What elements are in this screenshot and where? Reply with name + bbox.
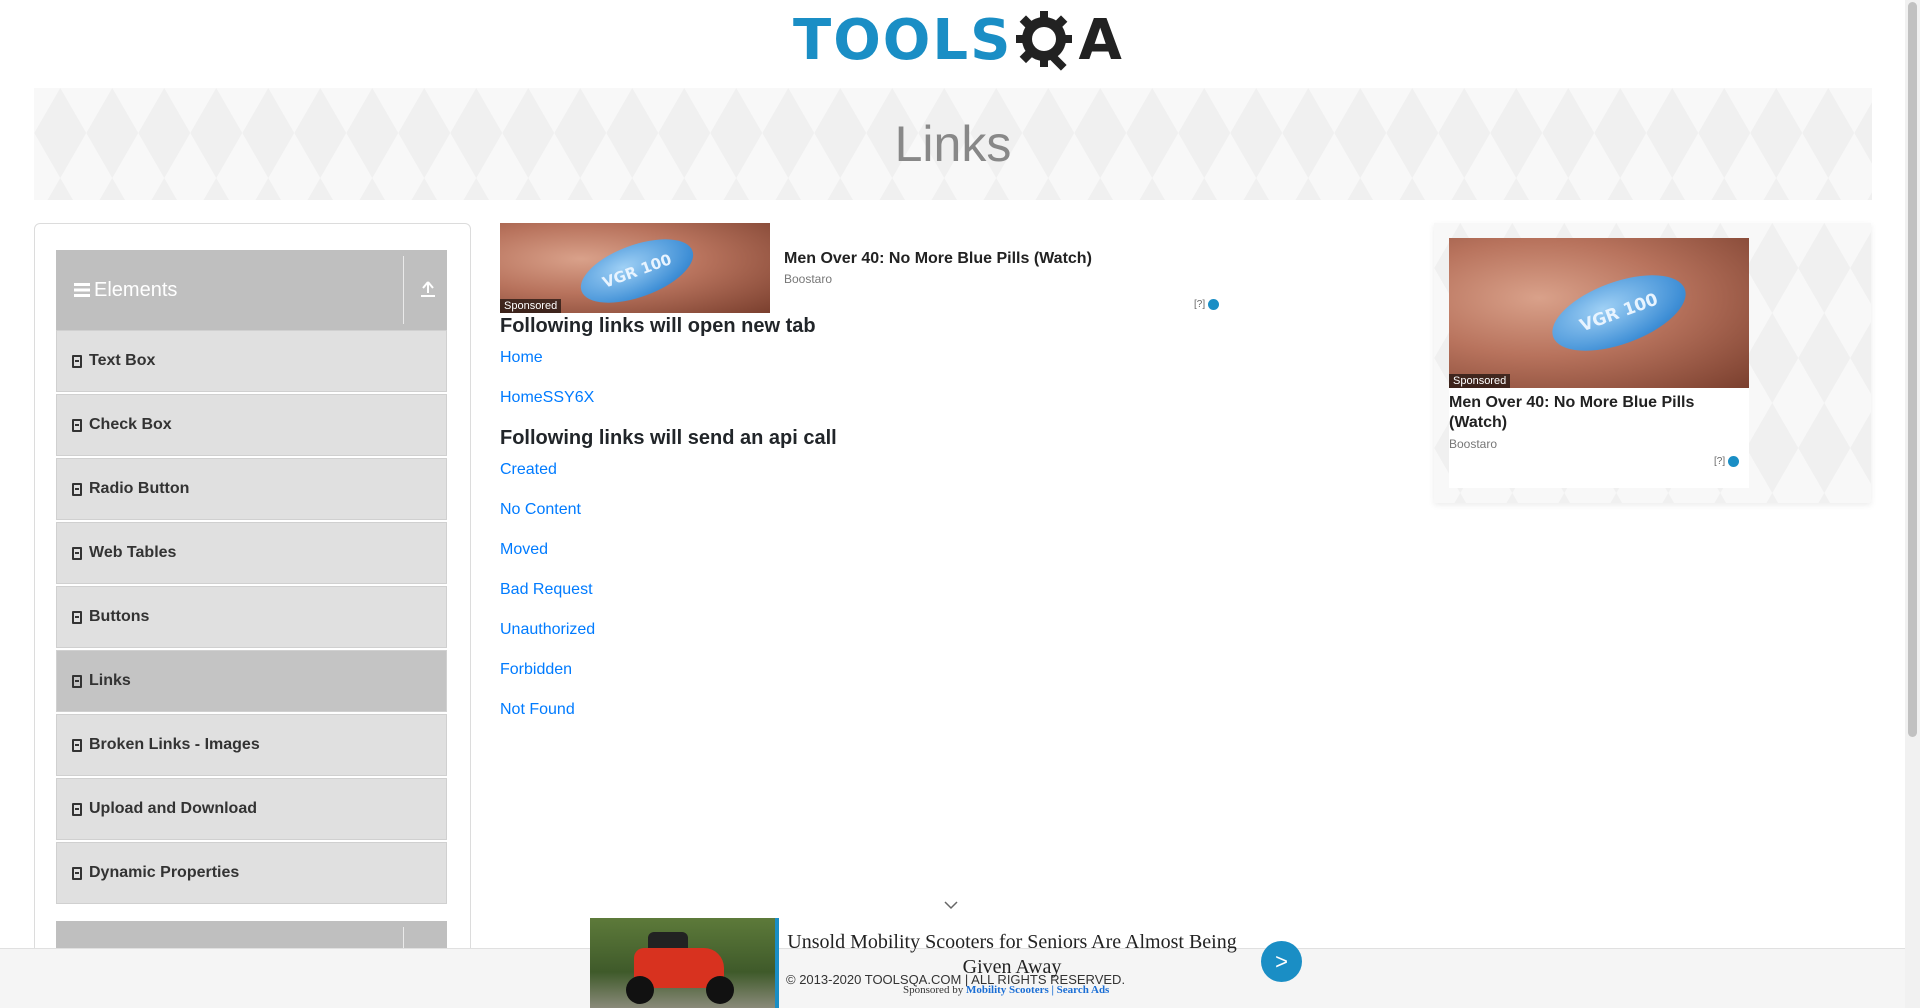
ad-image[interactable] — [590, 918, 775, 1008]
pill-graphic: VGR 100 — [572, 226, 702, 313]
gear-icon — [1014, 9, 1078, 73]
link-not-found[interactable]: Not Found — [500, 701, 575, 719]
ad-banner-top[interactable]: VGR 100 Sponsored Men Over 40: No More B… — [500, 223, 1230, 315]
ad-title[interactable]: Unsold Mobility Scooters for Seniors Are… — [787, 930, 1237, 980]
header-divider — [403, 256, 404, 324]
adchoice-triangle — [1728, 456, 1740, 467]
section-title-api-call: Following links will send an api call — [500, 427, 837, 449]
adchoice-label: [?] — [1714, 456, 1726, 467]
ad-source: Boostaro — [784, 272, 833, 286]
ad-source: Boostaro — [1449, 437, 1498, 451]
bars-icon — [74, 283, 90, 297]
sponsored-tag: Sponsored — [1449, 374, 1511, 388]
sidebar-item-label: Check Box — [89, 416, 172, 433]
link-home-dynamic[interactable]: HomeSSY6X — [500, 389, 594, 407]
html5-icon — [72, 546, 82, 560]
sidebar-item-web-tables[interactable]: Web Tables — [56, 522, 447, 584]
html5-icon — [72, 418, 82, 432]
sponsored-tag: Sponsored — [500, 299, 562, 313]
logo-text: TOOLS — [793, 8, 1013, 73]
scrollbar-thumb[interactable] — [1908, 2, 1917, 737]
link-home[interactable]: Home — [500, 349, 543, 367]
sidebar-group-title: Elements — [94, 278, 178, 301]
link-moved[interactable]: Moved — [500, 541, 548, 559]
ad-card[interactable]: VGR 100 Sponsored Men Over 40: No More B… — [1449, 238, 1749, 488]
sidebar-item-links[interactable]: Links — [56, 650, 447, 712]
scooter-wheel — [706, 976, 734, 1004]
sidebar-item-dynamic-properties[interactable]: Dynamic Properties — [56, 842, 447, 904]
sidebar-item-buttons[interactable]: Buttons — [56, 586, 447, 648]
link-bad-request[interactable]: Bad Request — [500, 581, 593, 599]
adchoices-icon[interactable]: [?] — [1194, 299, 1220, 310]
adchoice-triangle — [1208, 299, 1220, 310]
page-banner: Links — [34, 88, 1872, 200]
logo-suffix: A — [1078, 8, 1122, 73]
html5-icon — [72, 674, 82, 688]
html5-icon — [72, 802, 82, 816]
adchoices-icon[interactable]: [?] — [1714, 456, 1740, 467]
ad-title[interactable]: Men Over 40: No More Blue Pills (Watch) — [1449, 393, 1729, 433]
adchoice-label: [?] — [1194, 299, 1206, 310]
sponsored-by-line: Sponsored by Mobility Scooters | Search … — [903, 984, 1109, 996]
link-no-content[interactable]: No Content — [500, 501, 581, 519]
html5-icon — [72, 866, 82, 880]
sidebar-item-check-box[interactable]: Check Box — [56, 394, 447, 456]
sidebar-group-elements[interactable]: Elements — [56, 250, 447, 330]
sidebar-item-broken-links[interactable]: Broken Links - Images — [56, 714, 447, 776]
sidebar-item-label: Text Box — [89, 352, 156, 369]
sidebar-item-label: Upload and Download — [89, 800, 257, 817]
html5-icon — [72, 354, 82, 368]
sidebar-item-label: Dynamic Properties — [89, 864, 240, 881]
scooter-wheel — [626, 976, 654, 1004]
ad-accent-bar — [775, 918, 779, 1008]
toolsqa-logo[interactable]: TOOLS A — [793, 4, 1122, 78]
link-forbidden[interactable]: Forbidden — [500, 661, 572, 679]
ad-image[interactable]: VGR 100 Sponsored — [1449, 238, 1749, 388]
section-title-new-tab: Following links will open new tab — [500, 315, 816, 337]
sidebar-item-label: Links — [89, 672, 131, 689]
sidebar-item-upload-download[interactable]: Upload and Download — [56, 778, 447, 840]
ad-image[interactable]: VGR 100 Sponsored — [500, 223, 770, 313]
sidebar-item-radio-button[interactable]: Radio Button — [56, 458, 447, 520]
html5-icon — [72, 482, 82, 496]
pill-graphic: VGR 100 — [1542, 259, 1696, 367]
sponsored-prefix: Sponsored by — [903, 984, 964, 996]
page-title: Links — [894, 116, 1012, 172]
html5-icon — [72, 738, 82, 752]
sidebar-item-label: Broken Links - Images — [89, 736, 260, 753]
sidebar-panel: Elements Text Box Check Box Radio Button… — [34, 223, 471, 1008]
html5-icon — [72, 610, 82, 624]
ad-title[interactable]: Men Over 40: No More Blue Pills (Watch) — [784, 250, 1092, 268]
upload-icon[interactable] — [420, 280, 436, 298]
search-ads-link[interactable]: | Search Ads — [1052, 984, 1110, 996]
ad-sidebar-right: VGR 100 Sponsored Men Over 40: No More B… — [1434, 223, 1871, 503]
page-scrollbar[interactable] — [1905, 0, 1920, 1008]
sidebar-item-label: Web Tables — [89, 544, 177, 561]
sidebar-item-label: Buttons — [89, 608, 150, 625]
sponsor-link[interactable]: Mobility Scooters — [966, 984, 1049, 996]
sidebar-item-text-box[interactable]: Text Box — [56, 330, 447, 392]
chevron-down-icon[interactable] — [944, 898, 958, 912]
link-created[interactable]: Created — [500, 461, 557, 479]
sidebar-item-label: Radio Button — [89, 480, 190, 497]
link-unauthorized[interactable]: Unauthorized — [500, 621, 595, 639]
ad-go-button[interactable]: > — [1261, 941, 1302, 982]
